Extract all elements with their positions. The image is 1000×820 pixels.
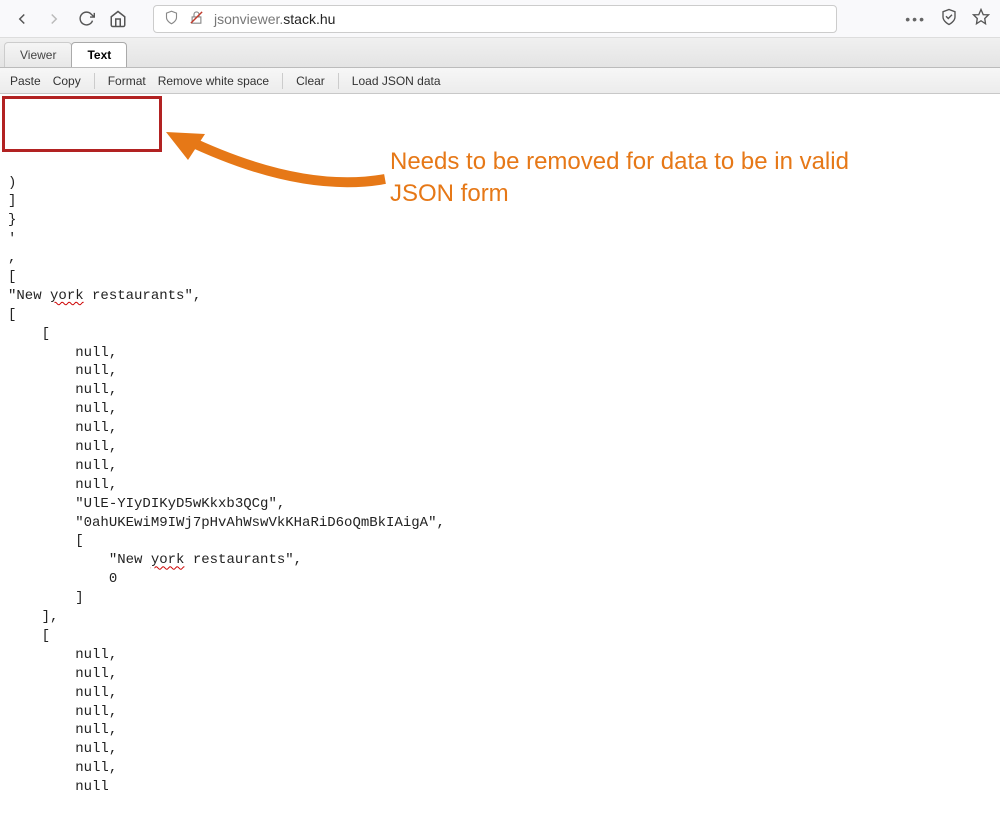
load-json-button[interactable]: Load JSON data [348,72,445,90]
text-editor[interactable]: Needs to be removed for data to be in va… [0,94,1000,820]
highlight-rectangle [2,96,162,152]
lock-strikethrough-icon [189,10,204,28]
browser-right-icons: ••• [905,8,990,29]
shield-icon [164,10,179,28]
forward-button[interactable] [42,7,66,31]
format-button[interactable]: Format [104,72,150,90]
code-content: ) ] } ' , [ "New york restaurants", [ [ … [8,174,992,797]
clear-button[interactable]: Clear [292,72,329,90]
pocket-icon[interactable] [940,8,958,29]
url-text: jsonviewer.stack.hu [214,11,826,27]
reload-button[interactable] [74,7,98,31]
copy-button[interactable]: Copy [49,72,85,90]
address-bar[interactable]: jsonviewer.stack.hu [153,5,837,33]
separator [94,73,95,89]
home-button[interactable] [106,7,130,31]
tab-strip: Viewer Text [0,38,1000,68]
separator [282,73,283,89]
tab-text[interactable]: Text [71,42,127,67]
back-button[interactable] [10,7,34,31]
remove-white-space-button[interactable]: Remove white space [154,72,273,90]
tab-viewer[interactable]: Viewer [4,42,72,67]
annotation-text: Needs to be removed for data to be in va… [390,146,910,211]
browser-toolbar: jsonviewer.stack.hu ••• [0,0,1000,38]
paste-button[interactable]: Paste [6,72,45,90]
separator [338,73,339,89]
action-toolbar: Paste Copy Format Remove white space Cle… [0,68,1000,94]
menu-dots-icon[interactable]: ••• [905,11,926,27]
bookmark-star-icon[interactable] [972,8,990,29]
